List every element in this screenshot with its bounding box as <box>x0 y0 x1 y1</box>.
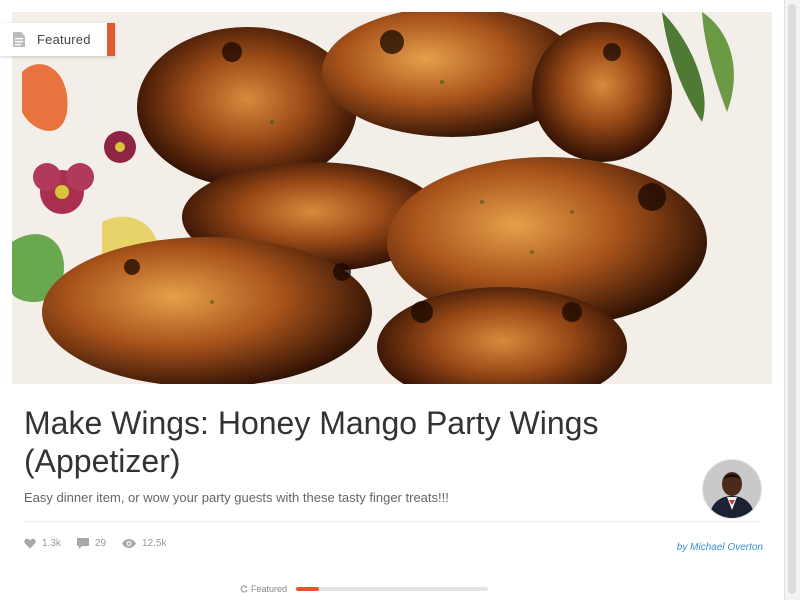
post-card[interactable]: Featured Make Wings: Honey Mango Party W… <box>0 0 785 600</box>
carousel-label: Featured <box>251 584 288 594</box>
author-link[interactable]: by Michael Overton <box>600 542 763 553</box>
comments-count: 29 <box>94 537 107 549</box>
views-count: 12.5k <box>142 537 167 549</box>
eye-icon <box>122 538 137 548</box>
scrollbar-thumb[interactable] <box>788 4 796 594</box>
likes-count: 1.3k <box>42 537 61 549</box>
refresh-icon <box>240 585 248 593</box>
likes-stat[interactable]: 1.3k <box>24 538 61 549</box>
post-stats: 1.3k 29 12.5k <box>24 535 183 551</box>
views-stat: 12.5k <box>122 537 167 549</box>
carousel-progress-fill <box>296 587 320 591</box>
document-icon <box>13 32 25 47</box>
scrollbar[interactable] <box>784 0 800 600</box>
author-avatar[interactable] <box>702 459 762 519</box>
badge-accent-bar <box>107 23 115 56</box>
heart-icon <box>24 538 36 548</box>
comment-icon <box>76 537 89 549</box>
post-title[interactable]: Make Wings: Honey Mango Party Wings (App… <box>24 404 664 480</box>
post-description: Easy dinner item, or wow your party gues… <box>24 490 449 505</box>
wings-photo <box>12 12 772 384</box>
divider <box>24 521 761 522</box>
featured-badge[interactable]: Featured <box>0 23 115 56</box>
featured-badge-label: Featured <box>37 32 91 47</box>
comments-stat[interactable]: 29 <box>76 537 107 549</box>
carousel-progress-track[interactable] <box>296 587 488 591</box>
carousel-status: Featured <box>240 582 287 596</box>
hero-image[interactable] <box>12 12 772 384</box>
